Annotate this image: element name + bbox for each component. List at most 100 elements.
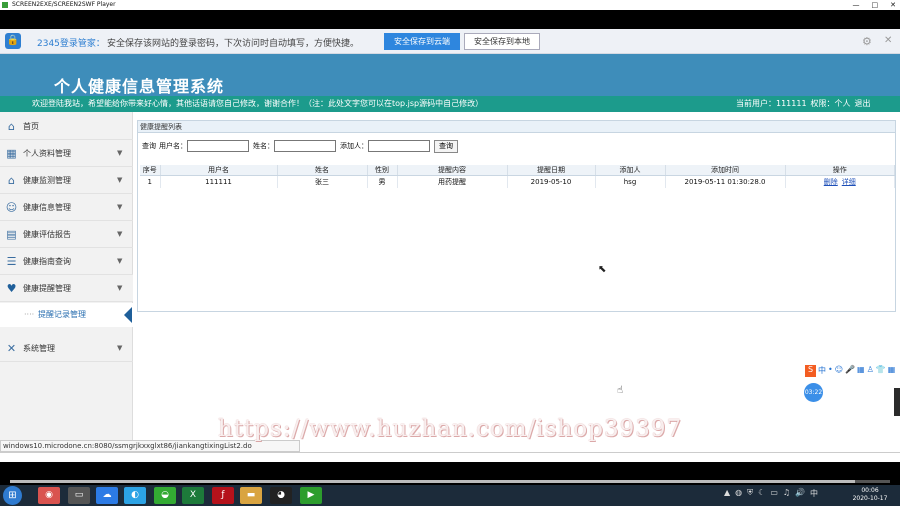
- password-manager-brand: 2345登录管家：: [37, 39, 105, 49]
- cell-username: 111111: [160, 175, 278, 188]
- media-icon[interactable]: ▭: [68, 487, 90, 504]
- browser-footer: [0, 452, 900, 462]
- password-manager-bar: 🔒 2345登录管家： 安全保存该网站的登录密码，下次访问时自动填写，方便快捷。…: [0, 29, 900, 54]
- sidebar-item-label: 首页: [23, 122, 39, 131]
- sidebar: ⌂ 首页 ▦ 个人资料管理 ▼ ⌂ 健康监测管理 ▼ ☺ 健康信息管理 ▼ ▤ …: [0, 112, 133, 452]
- ime-item[interactable]: ▦: [857, 365, 865, 377]
- caret-down-icon: ▼: [117, 176, 123, 184]
- qq-icon[interactable]: ◕: [270, 487, 292, 504]
- sidebar-item-reminder[interactable]: ♥ 健康提醒管理 ▼: [0, 275, 133, 302]
- hand-cursor-icon: ☝: [617, 385, 624, 396]
- user-role: 权限：个人: [810, 99, 851, 108]
- delete-link[interactable]: 删除: [824, 178, 838, 186]
- cell-gender: 男: [367, 175, 398, 188]
- caret-down-icon: ▼: [117, 344, 123, 352]
- sogou-logo-icon[interactable]: S: [805, 365, 816, 377]
- col-header: 序号: [140, 165, 161, 176]
- tray-item[interactable]: 中: [810, 488, 818, 499]
- cloud-icon[interactable]: ☁: [96, 487, 118, 504]
- flash-icon[interactable]: ƒ: [212, 487, 234, 504]
- house-icon: ⌂: [8, 174, 15, 187]
- main-content: 健康提醒列表 查询 用户名： 姓名： 添加人： 查询 序号 用户名 姓名 性别: [133, 112, 900, 452]
- ime-item[interactable]: 👕: [876, 365, 886, 377]
- chrome-icon[interactable]: ◉: [38, 487, 60, 504]
- reminder-table: 序号 用户名 姓名 性别 提醒内容 提醒日期 添加人 添加时间 操作 1 111: [140, 165, 895, 188]
- user-icon: ☺: [5, 201, 18, 214]
- close-icon[interactable]: ✕: [884, 35, 892, 46]
- username-input[interactable]: [187, 140, 249, 152]
- query-button[interactable]: 查询: [434, 139, 458, 153]
- tray-item[interactable]: ▭: [770, 488, 778, 499]
- caret-down-icon: ▼: [117, 284, 123, 292]
- sidebar-item-system[interactable]: ✕ 系统管理 ▼: [0, 335, 133, 362]
- folder-icon[interactable]: ▬: [240, 487, 262, 504]
- table-header-row: 序号 用户名 姓名 性别 提醒内容 提醒日期 添加人 添加时间 操作: [140, 165, 895, 176]
- col-header: 提醒内容: [397, 165, 508, 176]
- logout-link[interactable]: 退出: [855, 96, 871, 112]
- window-controls: — □ ✕: [853, 0, 897, 10]
- password-manager-message: 安全保存该网站的登录密码，下次访问时自动填写，方便快捷。: [107, 39, 360, 49]
- tray-item[interactable]: ▲: [724, 488, 730, 499]
- sidebar-item-label: 健康评估报告: [23, 230, 71, 239]
- minimize-button[interactable]: —: [853, 0, 860, 10]
- close-button[interactable]: ✕: [890, 0, 896, 10]
- ime-item[interactable]: ▦: [888, 365, 896, 377]
- ime-item[interactable]: 中: [818, 365, 826, 377]
- sidebar-item-guide[interactable]: ☰ 健康指南查询 ▼: [0, 248, 133, 275]
- taskbar-clock[interactable]: 00:06 2020-10-17: [842, 487, 898, 503]
- info-bar: 欢迎登陆我站，希望能给你带来好心情，其他话语请您自己修改，谢谢合作！（注：此处文…: [0, 96, 900, 112]
- current-user: 当前用户：111111: [736, 99, 807, 108]
- timer-bubble[interactable]: 03:22: [804, 383, 823, 402]
- maximize-button[interactable]: □: [872, 0, 879, 10]
- 360-icon[interactable]: ◒: [154, 487, 176, 504]
- col-header: 提醒日期: [507, 165, 596, 176]
- system-tray: ▲ ◍ ⛨ ☾ ▭ ♫ 🔊 中: [724, 488, 818, 499]
- sidebar-item-health-info[interactable]: ☺ 健康信息管理 ▼: [0, 194, 133, 221]
- save-to-local-button[interactable]: 安全保存到本地: [464, 33, 540, 50]
- sidebar-item-assessment[interactable]: ▤ 健康评估报告 ▼: [0, 221, 133, 248]
- player-title: SCREEN2EXE/SCREEN2SWF Player: [12, 1, 116, 8]
- search-form: 查询 用户名： 姓名： 添加人： 查询: [142, 139, 458, 153]
- mouse-cursor-icon: ⬉: [598, 264, 607, 275]
- sidebar-item-profile[interactable]: ▦ 个人资料管理 ▼: [0, 140, 133, 167]
- sidebar-item-home[interactable]: ⌂ 首页: [0, 113, 133, 140]
- tray-item[interactable]: ♫: [783, 488, 790, 499]
- ime-toolbar: S 中 • ☺ 🎤 ▦ ♙ 👕 ▦: [805, 365, 900, 377]
- app-icon[interactable]: ◐: [124, 487, 146, 504]
- caret-down-icon: ▼: [117, 149, 123, 157]
- reminder-list-panel: 健康提醒列表 查询 用户名： 姓名： 添加人： 查询 序号 用户名 姓名 性别: [137, 120, 896, 312]
- save-to-cloud-button[interactable]: 安全保存到云端: [384, 33, 460, 50]
- col-header: 添加人: [595, 165, 666, 176]
- gear-icon[interactable]: ⚙: [862, 35, 872, 48]
- tray-item[interactable]: 🔊: [795, 488, 805, 499]
- user-info: 当前用户：111111 权限：个人 退出: [736, 96, 871, 112]
- ime-item[interactable]: ☺: [835, 365, 843, 377]
- cell-adder: hsg: [595, 175, 666, 188]
- file-icon: ▤: [6, 228, 17, 241]
- tray-item[interactable]: ⛨: [747, 488, 753, 499]
- ime-item[interactable]: •: [828, 365, 833, 377]
- sidebar-item-label: 健康提醒管理: [23, 284, 71, 293]
- taskbar: ⊞ ◉ ▭ ☁ ◐ ◒ Xƒ ▬ ◕ ▶ ▲ ◍ ⛨ ☾ ▭ ♫ 🔊 中 00:06 2020-…: [0, 485, 900, 506]
- side-edge-tab[interactable]: [894, 388, 900, 416]
- cell-date: 2019-05-10: [507, 175, 596, 188]
- excel-icon[interactable]: X: [182, 487, 204, 504]
- ime-item[interactable]: 🎤: [845, 365, 855, 377]
- tools-icon: ✕: [6, 342, 17, 355]
- adder-input[interactable]: [368, 140, 430, 152]
- clock-time: 00:06: [861, 487, 879, 494]
- name-input[interactable]: [274, 140, 336, 152]
- start-button[interactable]: ⊞: [3, 486, 22, 505]
- detail-link[interactable]: 详细: [842, 178, 856, 186]
- sidebar-subitem-label: 提醒记录管理: [38, 310, 86, 319]
- playback-scrubber[interactable]: [10, 480, 890, 483]
- sidebar-subitem-reminder-records[interactable]: ···· 提醒记录管理: [0, 303, 133, 327]
- ime-item[interactable]: ♙: [867, 365, 874, 377]
- tray-item[interactable]: ☾: [758, 488, 765, 499]
- watermark-text: https://www.huzhan.com/ishop39397: [218, 416, 683, 442]
- player-icon[interactable]: ▶: [300, 487, 322, 504]
- col-header: 添加时间: [665, 165, 786, 176]
- sidebar-item-monitoring[interactable]: ⌂ 健康监测管理 ▼: [0, 167, 133, 194]
- cell-added-time: 2019-05-11 01:30:28.0: [665, 175, 786, 188]
- tray-item[interactable]: ◍: [735, 488, 742, 499]
